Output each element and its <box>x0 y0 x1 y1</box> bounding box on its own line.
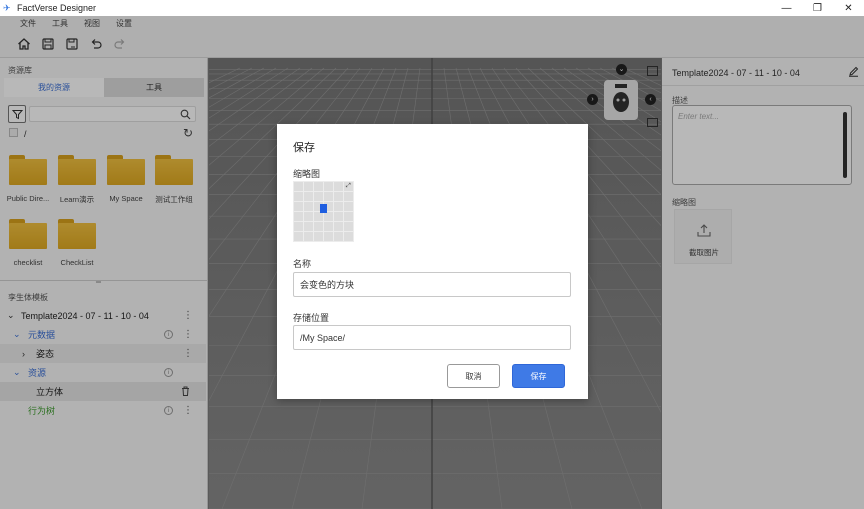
minimize-button[interactable]: — <box>771 0 802 16</box>
save-dialog: 保存 缩略图 ⤢ 名称 存储位置 取消 保存 <box>277 124 588 399</box>
name-label: 名称 <box>293 259 312 269</box>
location-field[interactable] <box>293 325 571 350</box>
app-title: FactVerse Designer <box>17 3 97 13</box>
cube-preview <box>320 204 327 213</box>
window-controls: — ❐ ✕ <box>771 0 864 16</box>
restore-button[interactable]: ❐ <box>802 0 833 16</box>
cancel-button[interactable]: 取消 <box>447 364 500 388</box>
close-button[interactable]: ✕ <box>833 0 864 16</box>
name-field[interactable] <box>293 272 571 297</box>
thumbnail-label: 缩略图 <box>293 169 321 179</box>
app-logo-icon: ✈ <box>3 3 11 13</box>
location-label: 存储位置 <box>293 313 330 323</box>
title-bar: ✈ FactVerse Designer — ❐ ✕ <box>0 0 864 16</box>
dialog-title: 保存 <box>293 142 315 154</box>
save-button[interactable]: 保存 <box>512 364 565 388</box>
thumbnail-preview[interactable]: ⤢ <box>293 181 354 242</box>
expand-icon[interactable]: ⤢ <box>346 183 351 189</box>
